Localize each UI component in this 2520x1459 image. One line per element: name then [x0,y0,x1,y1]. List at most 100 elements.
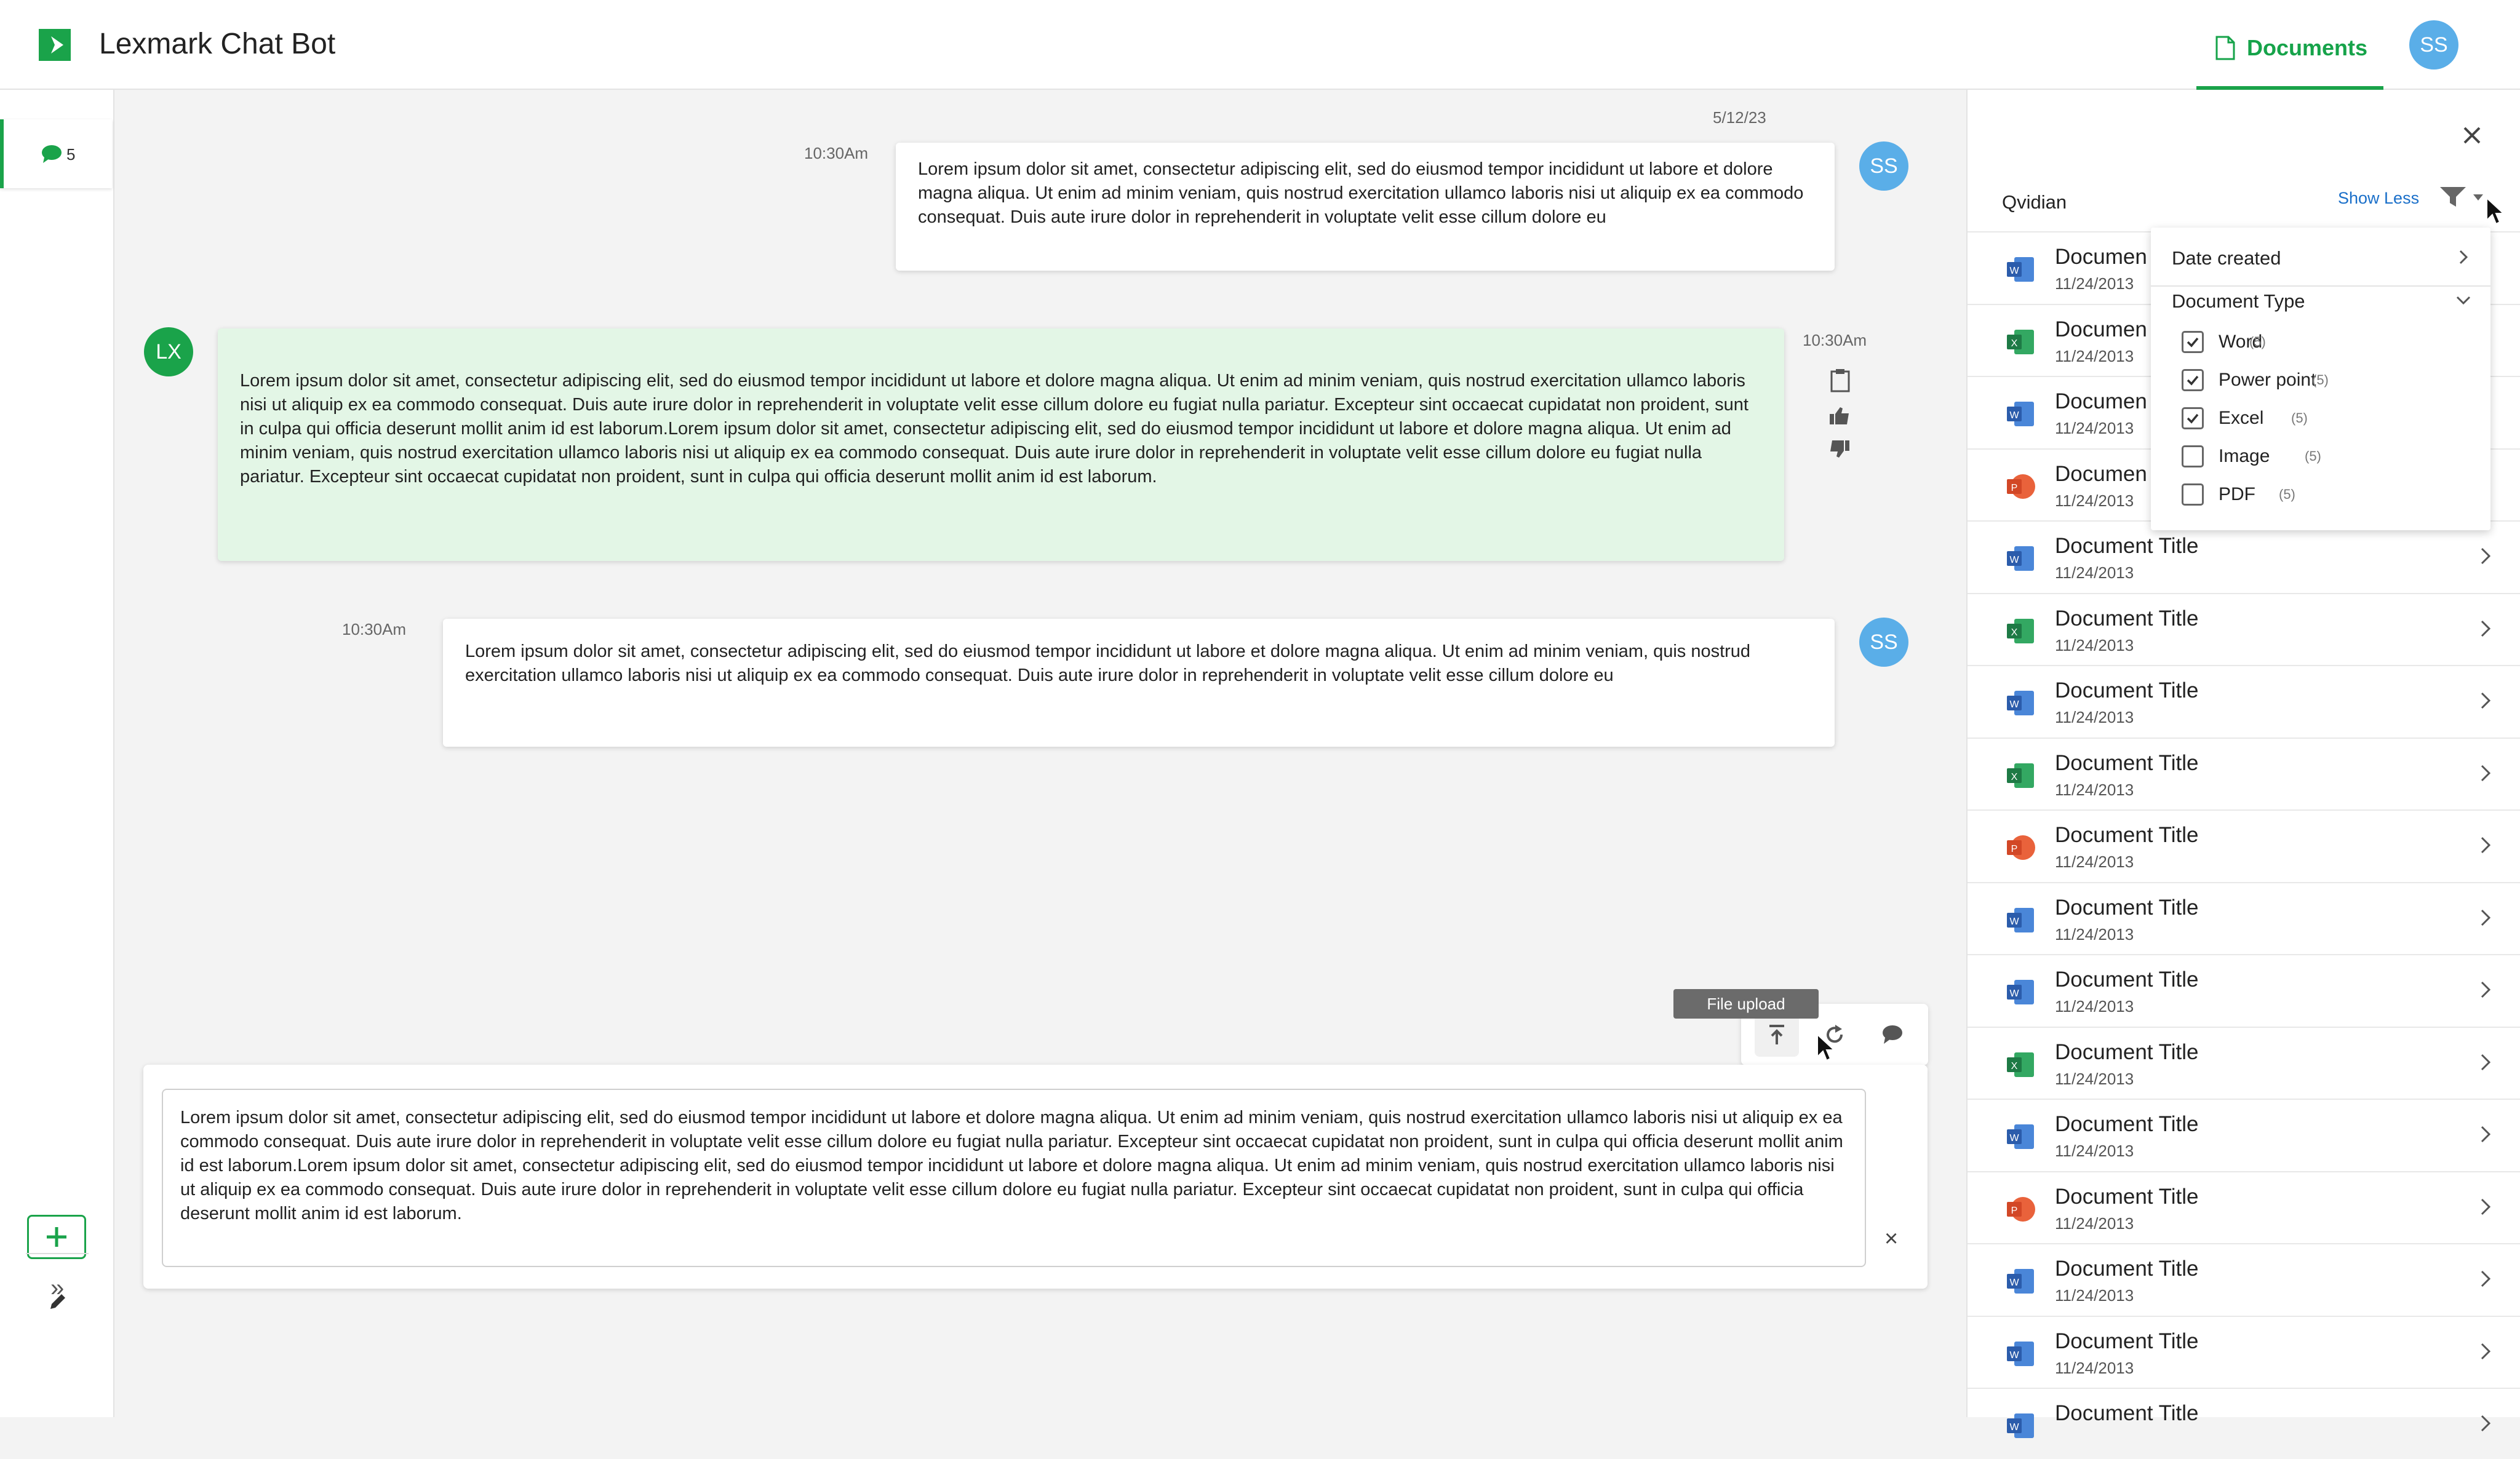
user-avatar[interactable]: SS [2409,20,2458,70]
document-title: Document Title [2055,534,2199,558]
svg-text:W: W [2009,555,2019,565]
show-less-link[interactable]: Show Less [2338,189,2419,208]
plus-icon [47,1227,66,1247]
upload-icon [1769,1025,1784,1044]
chevron-right-icon [2481,692,2491,709]
chevron-right-icon [2481,1343,2491,1360]
filter-option-label: Image [2219,446,2270,466]
excel-file-icon: X [2004,760,2036,792]
file-upload-button[interactable] [1755,1012,1799,1057]
svg-text:P: P [2011,483,2018,493]
filter-checkbox[interactable] [2182,331,2204,353]
document-row[interactable]: W Document Title 11/24/2013 [1968,665,2520,736]
powerpoint-file-icon: P [2004,832,2036,864]
close-icon[interactable] [2461,124,2483,146]
bot-avatar: LX [144,327,193,376]
message-input-text: Lorem ipsum dolor sit amet, consectetur … [180,1108,1843,1223]
document-title: Documen [2055,389,2147,413]
document-row[interactable]: W Document Title 11/24/2013 [1968,954,2520,1025]
word-file-icon: W [2004,1265,2036,1297]
svg-text:W: W [2009,916,2019,927]
chevron-right-icon [2481,765,2491,782]
filter-checkbox[interactable] [2182,369,2204,391]
svg-text:P: P [2011,844,2018,854]
chevron-right-icon [2481,547,2491,565]
filter-option-count: (5) [2305,448,2321,464]
document-row[interactable]: W Document Title [1968,1388,2520,1459]
document-date: 11/24/2013 [2055,1214,2134,1233]
document-row[interactable]: W Document Title 11/24/2013 [1968,1316,2520,1387]
document-title: Documen [2055,462,2147,486]
svg-text:W: W [2009,1422,2019,1433]
rail-divider [26,1253,89,1254]
filter-option-count: (5) [2279,487,2295,502]
copy-button[interactable] [1830,368,1851,396]
chevron-right-icon [2481,909,2491,926]
document-row[interactable]: X Document Title 11/24/2013 [1968,737,2520,809]
filter-option-label: Power point [2219,370,2316,390]
document-title: Document Title [2055,1040,2199,1064]
filter-button[interactable] [2439,185,2488,212]
word-file-icon: W [2004,687,2036,719]
user-message: Lorem ipsum dolor sit amet, consectetur … [443,619,1835,747]
message-time: 10:30Am [342,620,407,638]
thumbs-down-button[interactable] [1828,439,1851,462]
document-title: Document Title [2055,751,2199,775]
svg-text:W: W [2009,1133,2019,1143]
message-text: Lorem ipsum dolor sit amet, consectetur … [240,371,1748,487]
filter-option-label: PDF [2219,484,2255,504]
document-type-filter[interactable]: Document Type [2172,290,2305,312]
document-row[interactable]: X Document Title 11/24/2013 [1968,593,2520,664]
document-date: 11/24/2013 [2055,274,2134,293]
checkmark-icon [2187,375,2199,386]
date-created-filter[interactable]: Date created [2172,247,2281,269]
svg-text:X: X [2011,338,2018,349]
document-date: 11/24/2013 [2055,781,2134,799]
document-title: Document Title [2055,1257,2199,1281]
tab-documents-label: Documents [2247,35,2368,60]
filter-checkbox[interactable] [2182,445,2204,467]
document-title: Document Title [2055,896,2199,920]
document-row[interactable]: W Document Title 11/24/2013 [1968,1099,2520,1170]
user-message: Lorem ipsum dolor sit amet, consectetur … [896,143,1835,271]
word-file-icon: W [2004,253,2036,285]
document-row[interactable]: P Document Title 11/24/2013 [1968,1171,2520,1242]
svg-text:X: X [2011,1061,2018,1071]
clear-input-button[interactable]: × [1884,1226,1898,1252]
word-file-icon: W [2004,543,2036,574]
svg-text:W: W [2009,410,2019,421]
filter-option-label: Excel [2219,408,2264,428]
svg-text:W: W [2009,266,2019,276]
filter-dropdown: Date created Document Type Word (5) Power … [2151,228,2490,530]
filter-checkbox[interactable] [2182,483,2204,506]
app-title: Lexmark Chat Bot [99,28,336,60]
expand-rail-button[interactable]: » [50,1274,64,1302]
document-row[interactable]: X Document Title 11/24/2013 [1968,1027,2520,1098]
document-title: Document Title [2055,1329,2199,1353]
checkmark-icon [2187,413,2199,424]
powerpoint-file-icon: P [2004,1193,2036,1225]
chevron-right-icon [2481,620,2491,637]
tab-documents[interactable]: Documents [2196,0,2383,90]
mouse-pointer-icon [2486,197,2505,225]
filter-checkbox[interactable] [2182,407,2204,429]
document-row[interactable]: W Document Title 11/24/2013 [1968,520,2520,592]
feedback-button[interactable] [1870,1012,1915,1057]
document-title: Document Title [2055,606,2199,630]
thumbs-up-button[interactable] [1828,406,1851,429]
svg-text:W: W [2009,699,2019,710]
message-input[interactable]: Lorem ipsum dolor sit amet, consectetur … [162,1089,1866,1267]
powerpoint-file-icon: P [2004,471,2036,503]
document-date: 11/24/2013 [2055,925,2134,944]
document-date: 11/24/2013 [2055,997,2134,1016]
document-date: 11/24/2013 [2055,491,2134,510]
document-title: Document Title [2055,968,2199,992]
document-title: Document Title [2055,1112,2199,1136]
document-row[interactable]: W Document Title 11/24/2013 [1968,882,2520,953]
document-icon [2215,36,2236,63]
document-row[interactable]: P Document Title 11/24/2013 [1968,809,2520,881]
document-row[interactable]: W Document Title 11/24/2013 [1968,1243,2520,1314]
filter-icon [2440,187,2483,207]
chat-date: 5/12/23 [1713,108,1766,127]
chat-history-button[interactable]: 5 [0,119,112,188]
